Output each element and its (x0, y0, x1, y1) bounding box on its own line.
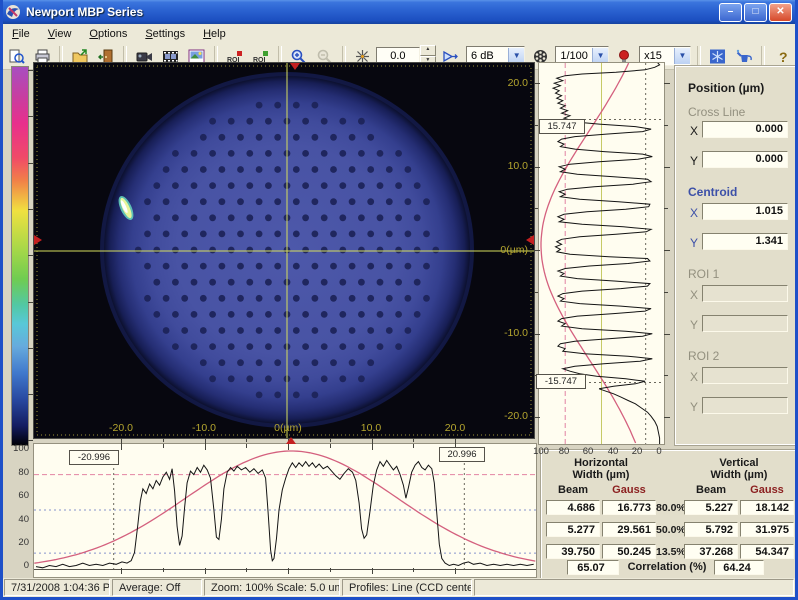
roi1-x-label: X (690, 288, 698, 302)
position-title: Position (µm) (688, 81, 764, 95)
centroid-x-field: 1.015 (702, 203, 788, 220)
beam-image-view[interactable] (33, 62, 535, 439)
menu-view[interactable]: View (39, 26, 81, 42)
clip-level-50: 50.0% (656, 524, 684, 536)
clip-level-80: 80.0% (656, 502, 684, 514)
window-title: Newport MBP Series (26, 5, 143, 19)
v-beam-80-field: 5.227 (684, 500, 738, 515)
roi1-x-field (702, 285, 788, 302)
v-beam-13-field: 37.268 (684, 544, 738, 559)
hplot-axis-label: 100 (5, 443, 29, 454)
v-correlation-field: 64.24 (714, 560, 764, 575)
minimize-button[interactable]: – (719, 3, 742, 22)
cross-y-label: Y (690, 154, 698, 168)
hplot-axis-label: 0 (5, 560, 29, 571)
cross-x-label: X (690, 124, 698, 138)
watering-can-icon (736, 49, 753, 64)
chevron-down-icon[interactable] (674, 48, 690, 64)
h-gauss-80-field: 16.773 (602, 500, 656, 515)
cross-y-field: 0.000 (702, 151, 788, 168)
status-empty (474, 579, 794, 596)
vertical-marker-top: 15.747 (539, 119, 585, 134)
svg-text:?: ? (779, 49, 788, 64)
close-button[interactable]: ✕ (769, 3, 792, 22)
h-beam-13-field: 39.750 (546, 544, 600, 559)
beam-column-header: Beam (684, 484, 738, 496)
roi2-y-field (702, 397, 788, 414)
menu-help[interactable]: Help (194, 26, 235, 42)
hplot-axis-label: 80 (5, 467, 29, 478)
horizontal-marker-left: -20.996 (69, 450, 119, 465)
position-panel: Position (µm) Cross Line X 0.000 Y 0.000… (675, 66, 798, 445)
cross-x-field: 0.000 (702, 121, 788, 138)
roi1-y-label: Y (690, 318, 698, 332)
horizontal-width-header: Horizontal Width (µm) (546, 457, 656, 481)
horizontal-marker-right: 20.996 (439, 447, 485, 462)
title-bar: Newport MBP Series – □ ✕ (0, 0, 798, 24)
correlation-label: Correlation (%) (622, 561, 712, 573)
toolbar-separator (697, 46, 701, 66)
vplot-axis-label: 80 (555, 446, 573, 457)
menu-options[interactable]: Options (80, 26, 136, 42)
freeze-button[interactable] (706, 44, 730, 68)
h-gauss-50-field: 29.561 (602, 522, 656, 537)
v-beam-50-field: 5.792 (684, 522, 738, 537)
v-gauss-13-field: 54.347 (740, 544, 794, 559)
status-zoom-scale: Zoom: 100% Scale: 5.0 um/div (204, 579, 340, 596)
menu-settings[interactable]: Settings (136, 26, 194, 42)
roi1-label: ROI 1 (688, 267, 719, 281)
status-average: Average: Off (112, 579, 202, 596)
v-gauss-80-field: 18.142 (740, 500, 794, 515)
vertical-width-header: Vertical Width (µm) (684, 457, 794, 481)
menu-file[interactable]: File (3, 26, 39, 42)
clip-level-13: 13.5% (656, 546, 684, 558)
width-panel: Horizontal Width (µm) Vertical Width (µm… (541, 450, 798, 579)
menu-bar: File View Options Settings Help (3, 24, 795, 44)
roi2-x-label: X (690, 370, 698, 384)
h-beam-80-field: 4.686 (546, 500, 600, 515)
h-beam-50-field: 5.277 (546, 522, 600, 537)
hplot-axis-label: 60 (5, 490, 29, 501)
toolbar-separator (761, 46, 765, 66)
status-datetime: 7/31/2008 1:04:36 PM (4, 579, 110, 596)
snowflake-icon (709, 49, 726, 64)
centroid-label: Centroid (688, 185, 737, 199)
vplot-axis-label: 0 (652, 446, 666, 457)
v-gauss-50-field: 31.975 (740, 522, 794, 537)
gauss-column-header: Gauss (602, 484, 656, 496)
help-button[interactable]: ? (770, 44, 794, 68)
vertical-marker-bottom: -15.747 (536, 374, 586, 389)
roi2-x-field (702, 367, 788, 384)
hplot-axis-label: 20 (5, 537, 29, 548)
centroid-marker-bottom (286, 437, 296, 444)
help-icon: ? (774, 49, 791, 64)
beam-image (34, 63, 534, 438)
roi2-y-label: Y (690, 400, 698, 414)
calibration-button[interactable] (732, 44, 756, 68)
maximize-button[interactable]: □ (744, 3, 767, 22)
centroid-y-label: Y (690, 236, 698, 250)
roi2-label: ROI 2 (688, 349, 719, 363)
centroid-x-label: X (690, 206, 698, 220)
status-profiles: Profiles: Line (CCD center) (342, 579, 472, 596)
open-report-icon (8, 49, 25, 64)
gauss-column-header: Gauss (740, 484, 794, 496)
roi1-y-field (702, 315, 788, 332)
h-gauss-13-field: 50.245 (602, 544, 656, 559)
vplot-axis-label: 60 (579, 446, 597, 457)
hplot-axis-label: 40 (5, 514, 29, 525)
app-icon (5, 4, 21, 20)
cross-line-label: Cross Line (688, 105, 745, 119)
open-report-button[interactable] (4, 44, 28, 68)
status-bar: 7/31/2008 1:04:36 PM Average: Off Zoom: … (3, 578, 795, 597)
app-window: Newport MBP Series – □ ✕ File View Optio… (0, 0, 798, 600)
h-correlation-field: 65.07 (567, 560, 619, 575)
vplot-axis-label: 100 (531, 446, 551, 457)
centroid-y-field: 1.341 (702, 233, 788, 250)
vplot-axis-label: 40 (604, 446, 622, 457)
beam-column-header: Beam (546, 484, 600, 496)
intensity-colorbar (11, 66, 29, 446)
spinner-up-icon[interactable] (420, 45, 436, 56)
vplot-axis-label: 20 (628, 446, 646, 457)
